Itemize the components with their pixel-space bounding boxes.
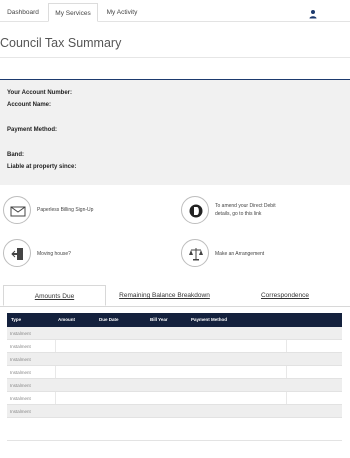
nav-tab-dashboard[interactable]: Dashboard	[0, 3, 46, 22]
title-divider	[0, 57, 350, 58]
envelope-icon	[3, 196, 31, 224]
nav-tab-my-services[interactable]: My Services	[48, 3, 98, 22]
tab-correspondence[interactable]: Correspondence	[240, 285, 330, 306]
row-type: Instalment	[10, 331, 31, 336]
user-icon[interactable]	[308, 6, 318, 19]
column-header-bill-year: Bill Year	[150, 317, 168, 322]
make-arrangement-link[interactable]: Make an Arrangement	[181, 239, 341, 269]
table-row[interactable]: Instalment	[7, 340, 342, 353]
table-row[interactable]: Instalment	[7, 405, 342, 418]
direct-debit-link[interactable]: To amend your Direct Debit details, go t…	[181, 196, 341, 226]
table-row[interactable]: Instalment	[7, 353, 342, 366]
tab-amounts-due[interactable]: Amounts Due	[3, 285, 106, 306]
page-title: Council Tax Summary	[0, 36, 122, 50]
top-navigation: Dashboard My Services My Activity	[0, 0, 350, 22]
table-row[interactable]: Instalment	[7, 366, 342, 379]
column-header-due-date: Due Date	[99, 317, 119, 322]
liable-since-label: Liable at property since:	[7, 164, 77, 170]
column-header-payment-method: Payment Method	[191, 317, 228, 322]
make-arrangement-label: Make an Arrangement	[215, 251, 265, 257]
nav-tab-my-activity[interactable]: My Activity	[100, 3, 144, 22]
table-header: Type Amount Due Date Bill Year Payment M…	[7, 313, 342, 327]
direct-debit-icon	[181, 196, 209, 224]
account-summary-panel: Your Account Number: Account Name: Payme…	[0, 79, 350, 185]
table-row[interactable]: Instalment	[7, 392, 342, 405]
row-type: Instalment	[10, 383, 31, 388]
column-header-amount: Amount	[58, 317, 75, 322]
tabs-divider	[0, 306, 350, 307]
amounts-due-table: Type Amount Due Date Bill Year Payment M…	[7, 313, 342, 418]
row-cell-box	[286, 366, 342, 378]
row-type: Instalment	[10, 370, 31, 375]
paperless-billing-label: Paperless Billing Sign-Up	[37, 207, 94, 213]
direct-debit-label-line1: To amend your Direct Debit	[215, 203, 276, 209]
account-name-label: Account Name:	[7, 102, 52, 108]
account-number-label: Your Account Number:	[7, 90, 73, 96]
payment-method-label: Payment Method:	[7, 127, 58, 133]
row-type: Instalment	[10, 357, 31, 362]
moving-house-label: Moving house?	[37, 251, 71, 257]
scales-icon	[181, 239, 209, 267]
row-type: Instalment	[10, 344, 31, 349]
moving-house-icon	[3, 239, 31, 267]
tab-remaining-balance[interactable]: Remaining Balance Breakdown	[112, 285, 217, 306]
table-row[interactable]: Instalment	[7, 327, 342, 340]
paperless-billing-link[interactable]: Paperless Billing Sign-Up	[3, 196, 153, 226]
bottom-divider	[7, 440, 342, 441]
row-type: Instalment	[10, 396, 31, 401]
row-type: Instalment	[10, 409, 31, 414]
moving-house-link[interactable]: Moving house?	[3, 239, 153, 269]
account-tabs: Amounts Due Remaining Balance Breakdown …	[0, 285, 350, 306]
band-label: Band:	[7, 152, 24, 158]
table-row[interactable]: Instalment	[7, 379, 342, 392]
row-cell-box	[286, 340, 342, 352]
direct-debit-label-line2: details, go to this link	[215, 211, 262, 217]
row-cell-box	[286, 392, 342, 404]
column-header-type: Type	[11, 317, 22, 322]
